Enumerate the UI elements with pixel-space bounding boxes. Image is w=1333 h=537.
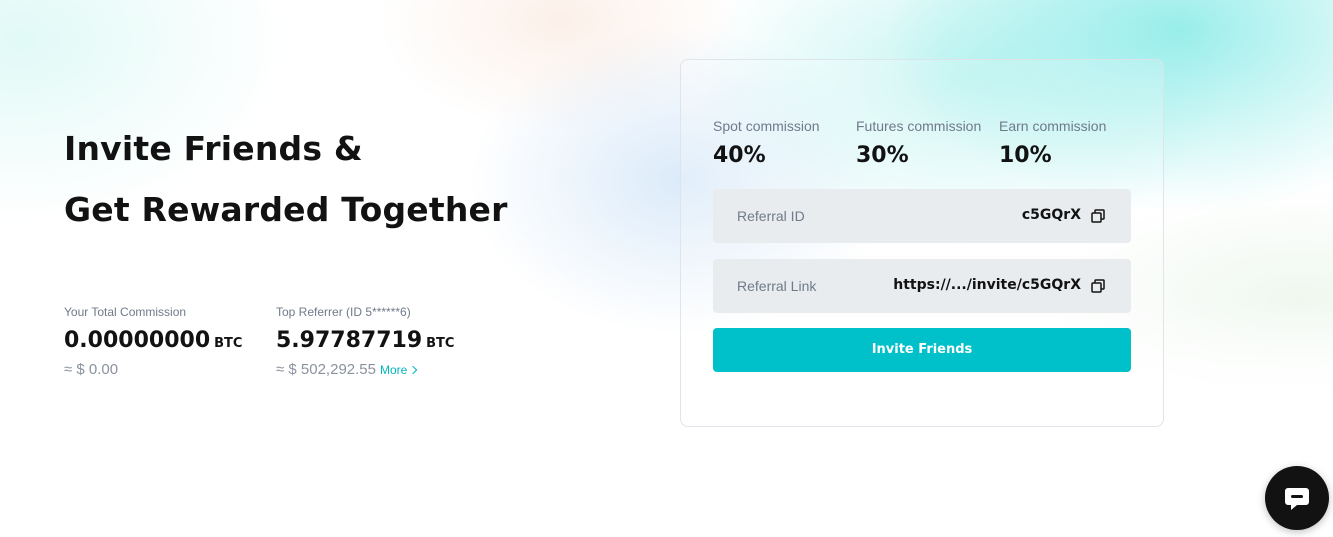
futures-commission-value: 30% <box>856 143 909 168</box>
futures-commission-label: Futures commission <box>856 118 982 134</box>
top-referrer-unit: BTC <box>426 336 455 351</box>
page-title-line-1: Invite Friends & <box>64 129 363 168</box>
referral-link-value: https://.../invite/c5GQrX <box>893 277 1081 293</box>
referral-link-label: Referral Link <box>737 278 817 294</box>
earn-commission-label: Earn commission <box>999 118 1107 134</box>
top-referrer-stat: Top Referrer (ID 5******6) 5.97787719 BTC… <box>276 305 454 379</box>
total-commission-unit: BTC <box>214 336 243 351</box>
referral-id-field: Referral ID c5GQrX <box>713 189 1131 243</box>
invite-friends-button[interactable]: Invite Friends <box>713 328 1131 372</box>
spot-commission-label: Spot commission <box>713 118 820 134</box>
chevron-right-icon <box>409 365 418 375</box>
futures-commission: Futures commission 30% <box>856 118 981 169</box>
page-title-line-2: Get Rewarded Together <box>64 190 508 229</box>
spot-commission: Spot commission 40% <box>713 118 820 169</box>
total-commission-stat: Your Total Commission 0.00000000 BTC ≈ $ … <box>64 305 242 379</box>
top-referrer-usd-row: ≈ $ 502,292.55 More <box>276 361 454 379</box>
page-title: Invite Friends & Get Rewarded Together <box>64 118 508 240</box>
top-referrer-value: 5.97787719 <box>276 328 423 353</box>
total-commission-usd: ≈ $ 0.00 <box>64 361 119 378</box>
total-commission-value: 0.00000000 <box>64 328 211 353</box>
earn-commission-value: 10% <box>999 143 1052 168</box>
referral-card: Spot commission 40% Futures commission 3… <box>680 59 1164 427</box>
top-referrer-label: Top Referrer (ID 5******6) <box>276 305 411 319</box>
top-referrer-value-row: 5.97787719 BTC <box>276 328 454 357</box>
more-link-label: More <box>379 363 408 377</box>
referral-id-value: c5GQrX <box>1021 207 1081 223</box>
commission-rates: Spot commission 40% Futures commission 3… <box>713 118 1133 178</box>
total-commission-value-row: 0.00000000 BTC <box>64 328 242 357</box>
chat-icon <box>1285 488 1309 510</box>
total-commission-label: Your Total Commission <box>64 305 187 319</box>
more-link[interactable]: More <box>379 363 418 377</box>
spot-commission-value: 40% <box>713 143 766 168</box>
copy-icon[interactable] <box>1091 279 1105 293</box>
top-referrer-usd: ≈ $ 502,292.55 <box>276 361 376 378</box>
referral-link-field: Referral Link https://.../invite/c5GQrX <box>713 259 1131 313</box>
chat-support-button[interactable] <box>1265 466 1329 530</box>
earn-commission: Earn commission 10% <box>999 118 1106 169</box>
copy-icon[interactable] <box>1091 209 1105 223</box>
referral-id-label: Referral ID <box>737 208 805 224</box>
